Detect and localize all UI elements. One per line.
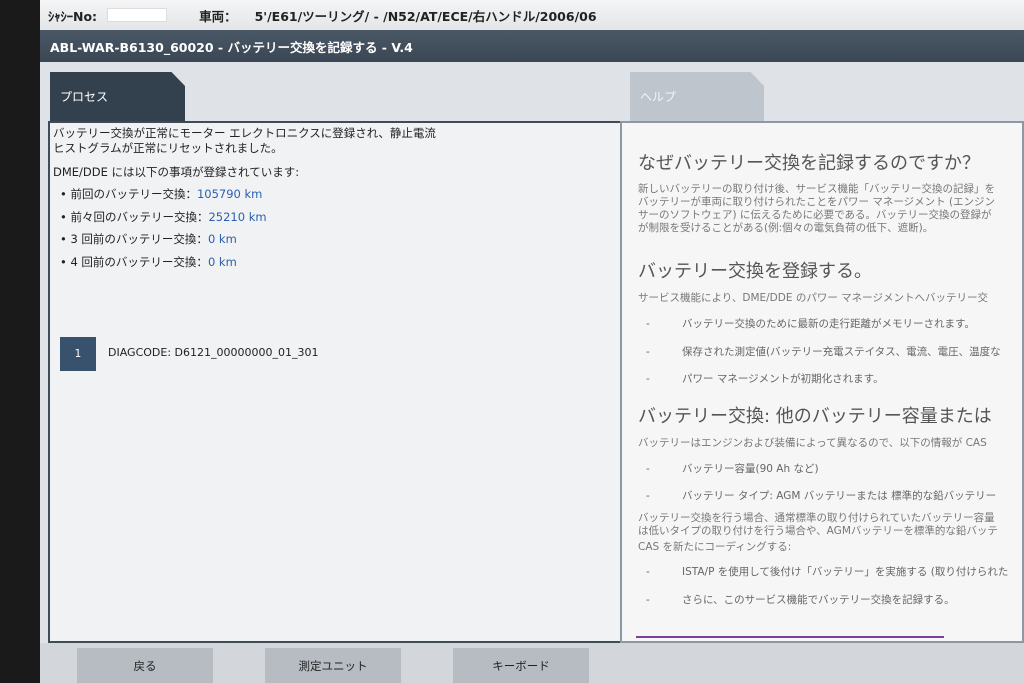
help-list-item: - ISTA/P を使用して後付け「バッテリー」を実施する (取り付けられた — [646, 566, 1009, 578]
process-panel: バッテリー交換が正常にモーター エレクトロニクスに登録され、静止電流 ヒストグラ… — [48, 121, 623, 643]
help-list-item: - さらに、このサービス機能でバッテリー交換を記録する。 — [646, 594, 955, 606]
process-message-line2: ヒストグラムが正常にリセットされました。 — [53, 141, 283, 155]
tab-process-label: プロセス — [60, 90, 109, 104]
list-item: • 4 回前のバッテリー交換：0 km — [60, 255, 237, 269]
tab-help[interactable]: ヘルプ — [630, 72, 764, 122]
diagcode-index-badge: 1 — [60, 337, 96, 371]
tab-process[interactable]: プロセス — [50, 72, 185, 122]
chassis-number-redacted — [107, 8, 168, 22]
help-heading-3: バッテリー交換: 他のバッテリー容量または — [638, 406, 992, 427]
vehicle-info-bar: ｼｬｼｰNo: 車両： 5'/E61/ツーリング/ - /N52/AT/ECE/… — [40, 0, 1024, 31]
help-paragraph-line: サーのソフトウェア) に伝えるために必要である。バッテリー交換の登録が — [638, 209, 992, 221]
help-paragraph-line: サービス機能により、DME/DDE のパワー マネージメントへバッテリー交 — [638, 292, 988, 304]
help-paragraph-line: 新しいバッテリーの取り付け後、サービス機能「バッテリー交換の記録」を — [638, 183, 995, 195]
list-item: • 前回のバッテリー交換：105790 km — [60, 187, 263, 201]
help-list-item: - バッテリー交換のために最新の走行距離がメモリーされます。 — [646, 318, 975, 330]
list-item: • 前々回のバッテリー交換：25210 km — [60, 210, 267, 224]
measure-unit-button[interactable]: 測定ユニット — [265, 648, 401, 683]
page-title-bar: ABL-WAR-B6130_60020 - バッテリー交換を記録する - V.4 — [40, 30, 1024, 62]
help-list-item: - バッテリー タイプ: AGM バッテリーまたは 標準的な鉛バッテリー — [646, 490, 997, 502]
bottom-button-bar: 戻る 測定ユニット キーボード — [40, 643, 1024, 683]
chassis-label: ｼｬｼｰNo: — [48, 8, 98, 24]
process-message-line1: バッテリー交換が正常にモーター エレクトロニクスに登録され、静止電流 — [53, 126, 436, 140]
help-paragraph-line: は低いタイプの取り付けを行う場合や、AGMバッテリーを標準的な鉛バッテ — [638, 525, 998, 537]
help-paragraph-line: バッテリーはエンジンおよび装備によって異なるので、以下の情報が CAS — [638, 437, 987, 449]
help-scroll-indicator — [636, 636, 944, 638]
help-list-item: - パワー マネージメントが初期化されます。 — [646, 373, 884, 385]
vehicle-label: 車両： — [199, 8, 237, 24]
help-heading-1: なぜバッテリー交換を記録するのですか？ — [638, 153, 980, 174]
back-button[interactable]: 戻る — [77, 648, 213, 683]
keyboard-button[interactable]: キーボード — [453, 648, 589, 683]
list-item: • 3 回前のバッテリー交換：0 km — [60, 232, 237, 246]
app-window: ｼｬｼｰNo: 車両： 5'/E61/ツーリング/ - /N52/AT/ECE/… — [40, 0, 1024, 683]
help-paragraph-line: CAS を新たにコーディングする: — [638, 541, 792, 553]
help-paragraph-line: が制限を受けることがある(例:個々の電気負荷の低下、遮断)。 — [638, 222, 934, 234]
tab-help-label: ヘルプ — [640, 90, 677, 104]
help-paragraph-line: バッテリーが車両に取り付けられたことをパワー マネージメント (エンジン — [638, 196, 996, 208]
help-heading-2: バッテリー交換を登録する。 — [638, 261, 872, 282]
help-list-item: - バッテリー容量(90 Ah など) — [646, 463, 819, 475]
diagcode-text: DIAGCODE: D6121_00000000_01_301 — [108, 346, 319, 359]
help-list-item: - 保存された測定値(バッテリー充電ステイタス、電流、電圧、温度な — [646, 346, 1001, 358]
vehicle-value: 5'/E61/ツーリング/ - /N52/AT/ECE/右ハンドル/2006/0… — [254, 8, 597, 24]
process-message-line3: DME/DDE には以下の事項が登録されています: — [53, 165, 300, 179]
help-paragraph-line: バッテリー交換を行う場合、通常標準の取り付けられていたバッテリー容量 — [638, 512, 995, 524]
help-panel[interactable]: なぜバッテリー交換を記録するのですか？ 新しいバッテリーの取り付け後、サービス機… — [620, 121, 1024, 643]
page-title: ABL-WAR-B6130_60020 - バッテリー交換を記録する - V.4 — [50, 39, 413, 55]
